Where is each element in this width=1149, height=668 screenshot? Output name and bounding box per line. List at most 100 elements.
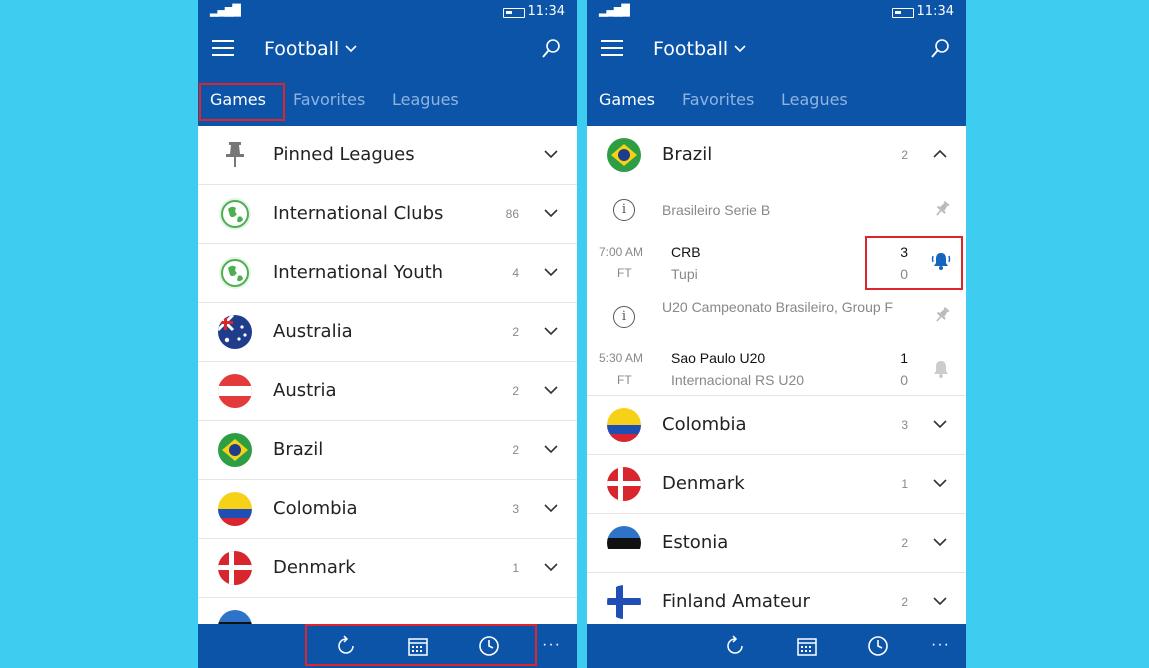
list-item-count: 2 bbox=[512, 384, 519, 398]
clock-icon[interactable] bbox=[867, 635, 889, 657]
list-item-partial[interactable] bbox=[198, 598, 577, 624]
chevron-down-icon[interactable] bbox=[543, 205, 559, 221]
flag-brazil-icon bbox=[218, 433, 252, 467]
calendar-icon[interactable] bbox=[796, 635, 818, 657]
info-icon[interactable]: i bbox=[613, 199, 635, 221]
list-item-label: Brazil bbox=[662, 144, 713, 165]
chevron-down-icon[interactable] bbox=[543, 146, 559, 162]
list-item-label: Estonia bbox=[662, 532, 729, 553]
status-bar: ▂▄▆█ 11:34 bbox=[198, 4, 577, 20]
list-item-international-clubs[interactable]: International Clubs 86 bbox=[198, 185, 577, 244]
list-item-count: 4 bbox=[512, 266, 519, 280]
list-item-label: International Youth bbox=[273, 262, 444, 283]
chevron-up-icon[interactable] bbox=[932, 146, 948, 162]
chevron-down-icon[interactable] bbox=[543, 559, 559, 575]
more-icon[interactable]: ··· bbox=[542, 636, 561, 654]
phone-screen-right: ▂▄▆█ 11:34 Football Games Favorites Leag… bbox=[587, 0, 966, 668]
away-score: 0 bbox=[900, 372, 908, 388]
more-icon[interactable]: ··· bbox=[931, 636, 950, 654]
search-icon[interactable] bbox=[930, 38, 950, 60]
menu-icon[interactable] bbox=[601, 40, 623, 56]
list-item-count: 2 bbox=[901, 148, 908, 162]
tab-favorites[interactable]: Favorites bbox=[682, 90, 754, 109]
pin-icon[interactable] bbox=[932, 199, 952, 219]
app-bar: ▂▄▆█ 11:34 Football Games Favorites Leag… bbox=[587, 0, 966, 126]
tab-leagues[interactable]: Leagues bbox=[781, 90, 848, 109]
competition-header[interactable]: i Brasileiro Serie B bbox=[587, 186, 966, 236]
match-status: FT bbox=[617, 373, 632, 387]
menu-icon[interactable] bbox=[212, 40, 234, 56]
list-item-finland-amateur[interactable]: Finland Amateur 2 bbox=[587, 573, 966, 624]
list-item-label: Austria bbox=[273, 380, 337, 401]
chevron-down-icon[interactable] bbox=[344, 38, 358, 65]
list-item-pinned-leagues[interactable]: Pinned Leagues bbox=[198, 126, 577, 185]
list-item-denmark[interactable]: Denmark 1 bbox=[587, 455, 966, 514]
pin-icon[interactable] bbox=[932, 305, 952, 325]
chevron-down-icon[interactable] bbox=[932, 534, 948, 550]
chevron-down-icon[interactable] bbox=[543, 500, 559, 516]
battery-icon bbox=[892, 8, 914, 18]
competition-header[interactable]: i U20 Campeonato Brasileiro, Group F bbox=[587, 292, 966, 342]
home-score: 1 bbox=[900, 350, 908, 366]
flag-estonia-icon bbox=[218, 610, 252, 624]
chevron-down-icon[interactable] bbox=[932, 475, 948, 491]
list-item-label: Denmark bbox=[273, 557, 356, 578]
sport-title[interactable]: Football bbox=[653, 38, 728, 60]
status-time: 11:34 bbox=[916, 4, 954, 19]
list-item-denmark[interactable]: Denmark 1 bbox=[198, 539, 577, 598]
list-item-count: 3 bbox=[512, 502, 519, 516]
chevron-down-icon[interactable] bbox=[543, 264, 559, 280]
refresh-icon[interactable] bbox=[724, 635, 746, 657]
match-row[interactable]: 7:00 AM FT CRB Tupi 3 0 bbox=[587, 236, 966, 292]
phone-screen-left: ▂▄▆█ 11:34 Football Games Favorites Leag… bbox=[198, 0, 577, 668]
search-icon[interactable] bbox=[541, 38, 561, 60]
list-item-count: 2 bbox=[901, 595, 908, 609]
chevron-down-icon[interactable] bbox=[543, 323, 559, 339]
list-item-label: Denmark bbox=[662, 473, 745, 494]
away-team: Tupi bbox=[671, 266, 698, 282]
signal-icon: ▂▄▆█ bbox=[210, 4, 241, 17]
list-item-australia[interactable]: Australia 2 bbox=[198, 303, 577, 362]
match-time: 5:30 AM bbox=[599, 351, 644, 365]
flag-estonia-icon bbox=[607, 526, 641, 560]
info-icon[interactable]: i bbox=[613, 306, 635, 328]
chevron-down-icon[interactable] bbox=[543, 441, 559, 457]
home-team: Sao Paulo U20 bbox=[671, 350, 766, 366]
tab-games[interactable]: Games bbox=[599, 90, 655, 109]
league-list: Brazil 2 i Brasileiro Serie B 7:00 AM FT… bbox=[587, 126, 966, 624]
globe-icon bbox=[218, 256, 252, 290]
list-item-colombia[interactable]: Colombia 3 bbox=[198, 480, 577, 539]
match-status: FT bbox=[617, 266, 632, 280]
globe-icon bbox=[218, 197, 252, 231]
list-item-count: 86 bbox=[505, 207, 519, 221]
match-row[interactable]: 5:30 AM FT Sao Paulo U20 Internacional R… bbox=[587, 342, 966, 396]
away-team: Internacional RS U20 bbox=[671, 372, 805, 388]
games-tab-highlight bbox=[199, 83, 285, 121]
match-time: 7:00 AM bbox=[599, 245, 644, 259]
bell-icon[interactable] bbox=[930, 358, 952, 380]
flag-australia-icon bbox=[218, 315, 252, 349]
chevron-down-icon[interactable] bbox=[932, 593, 948, 609]
tab-favorites[interactable]: Favorites bbox=[293, 90, 365, 109]
list-item-count: 2 bbox=[512, 325, 519, 339]
bottom-app-bar: ··· bbox=[587, 624, 966, 668]
chevron-down-icon[interactable] bbox=[932, 416, 948, 432]
flag-finland-icon bbox=[607, 585, 641, 619]
tab-leagues[interactable]: Leagues bbox=[392, 90, 459, 109]
list-item-label: Brazil bbox=[273, 439, 324, 460]
chevron-down-icon[interactable] bbox=[733, 38, 747, 65]
flag-austria-icon bbox=[218, 374, 252, 408]
bottom-app-bar: ··· bbox=[198, 624, 577, 668]
flag-colombia-icon bbox=[218, 492, 252, 526]
list-item-brazil[interactable]: Brazil 2 bbox=[198, 421, 577, 480]
list-item-international-youth[interactable]: International Youth 4 bbox=[198, 244, 577, 303]
status-time: 11:34 bbox=[527, 4, 565, 19]
list-item-estonia[interactable]: Estonia 2 bbox=[587, 514, 966, 573]
sport-title[interactable]: Football bbox=[264, 38, 339, 60]
list-item-colombia[interactable]: Colombia 3 bbox=[587, 396, 966, 455]
battery-icon bbox=[503, 8, 525, 18]
list-item-austria[interactable]: Austria 2 bbox=[198, 362, 577, 421]
chevron-down-icon[interactable] bbox=[543, 382, 559, 398]
list-item-label: Australia bbox=[273, 321, 353, 342]
list-item-brazil-expanded[interactable]: Brazil 2 bbox=[587, 126, 966, 185]
